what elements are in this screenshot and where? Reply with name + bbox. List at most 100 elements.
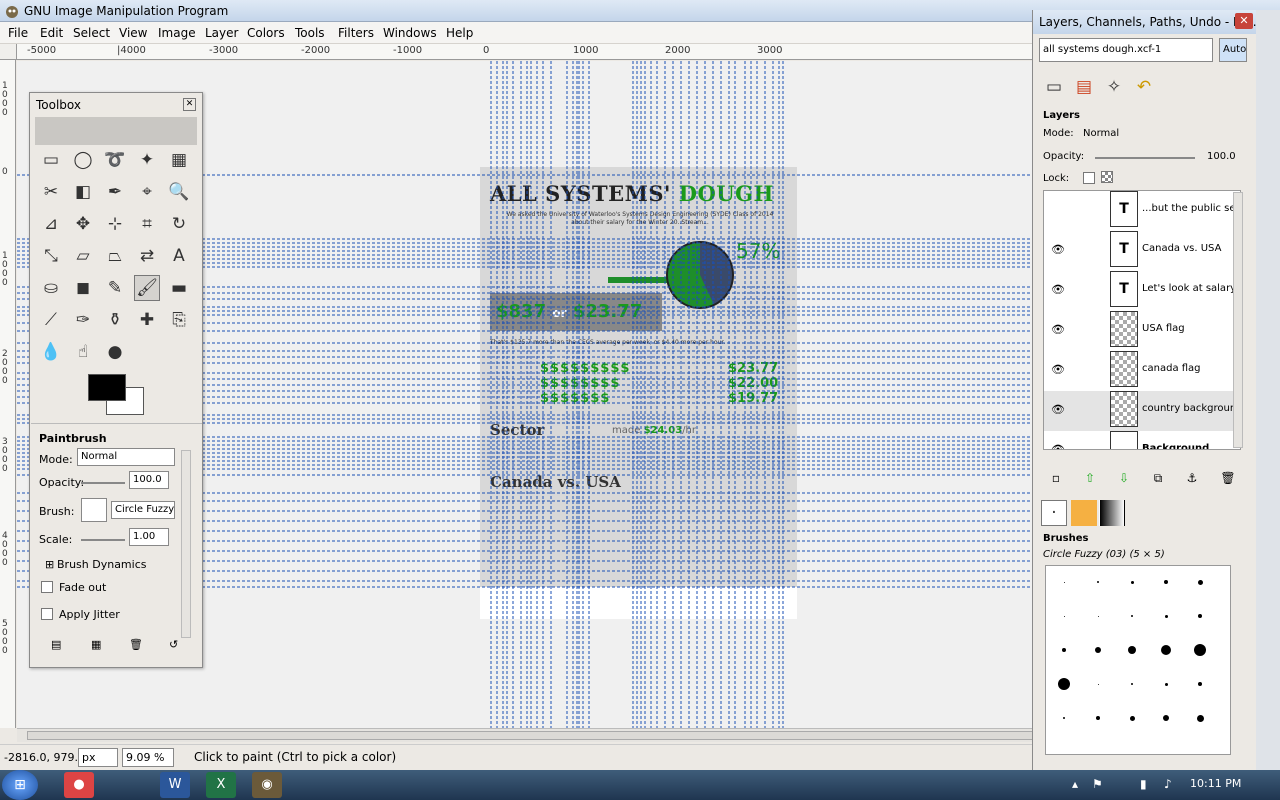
fg-bg-colors[interactable] [88, 374, 148, 418]
bucket-fill-icon[interactable]: ⛀ [38, 275, 64, 301]
visibility-eye-icon[interactable]: 👁 [1044, 243, 1072, 256]
start-button[interactable]: ⊞ [2, 770, 38, 800]
menu-layer[interactable]: Layer [205, 26, 238, 40]
brush-preset[interactable] [1128, 646, 1136, 654]
color-picker-icon[interactable]: ⌖ [134, 179, 160, 205]
shear-icon[interactable]: ▱ [70, 243, 96, 269]
layer-list-scrollbar[interactable] [1233, 192, 1243, 448]
menu-colors[interactable]: Colors [247, 26, 285, 40]
perspective-icon[interactable]: ⏢ [102, 243, 128, 269]
brush-preset[interactable] [1097, 683, 1099, 685]
brush-preset[interactable] [1063, 615, 1065, 617]
brush-grid[interactable] [1045, 565, 1231, 755]
lock-alpha-checkbox[interactable] [1101, 171, 1113, 183]
raise-layer-icon[interactable]: ⇧ [1081, 471, 1099, 487]
fuzzy-select-icon[interactable]: ✦ [134, 147, 160, 173]
scale-slider[interactable] [81, 539, 125, 541]
visibility-eye-icon[interactable]: 👁 [1044, 403, 1072, 416]
save-options-icon[interactable]: ▤ [51, 638, 61, 651]
jitter-checkbox[interactable] [41, 608, 53, 620]
brush-preset[interactable] [1164, 682, 1168, 686]
brush-preset[interactable] [1196, 714, 1204, 722]
smudge-icon[interactable]: ☝ [70, 339, 96, 365]
brush-preset[interactable] [1164, 614, 1168, 618]
flip-icon[interactable]: ⇄ [134, 243, 160, 269]
restore-options-icon[interactable]: ▦ [91, 638, 101, 651]
brush-preset[interactable] [1097, 615, 1099, 617]
zoom-icon[interactable]: 🔍 [166, 179, 192, 205]
volume-icon[interactable]: ♪ [1164, 777, 1172, 791]
fadeout-checkbox[interactable] [41, 581, 53, 593]
brush-preset[interactable] [1130, 580, 1134, 584]
brush-preset[interactable] [1131, 683, 1133, 685]
paintbrush-icon[interactable]: 🖌 [134, 275, 160, 301]
brush-preset[interactable] [1058, 678, 1070, 690]
brush-name-field[interactable]: Circle Fuzzy (0 [111, 501, 175, 519]
brush-preset[interactable] [1194, 644, 1206, 656]
brush-preset[interactable] [1198, 614, 1202, 618]
ruler-corner[interactable] [0, 44, 17, 60]
horizontal-ruler[interactable]: -5000 |4000 -3000 -2000 -1000 0 1000 200… [17, 44, 1032, 60]
eraser-icon[interactable]: ▬ [166, 275, 192, 301]
layer-row[interactable]: 👁 canada flag [1044, 351, 1236, 391]
text-icon[interactable]: A [166, 243, 192, 269]
ink-icon[interactable]: ✑ [70, 307, 96, 333]
clone-icon[interactable]: ⚱ [102, 307, 128, 333]
brush-preview[interactable] [81, 498, 107, 522]
layer-row[interactable]: T ...but the public sec [1044, 191, 1240, 231]
menu-select[interactable]: Select [73, 26, 110, 40]
network-icon[interactable]: ▮ [1140, 777, 1147, 791]
layer-opacity-slider[interactable] [1095, 157, 1195, 159]
channels-tab-icon[interactable]: ▤ [1071, 74, 1097, 100]
visibility-eye-icon[interactable]: 👁 [1044, 323, 1072, 336]
gimp-taskbar-icon[interactable]: ◉ [252, 772, 282, 798]
scissors-icon[interactable]: ✂ [38, 179, 64, 205]
foreground-select-icon[interactable]: ◧ [70, 179, 96, 205]
scale-spin[interactable]: 1.00 [129, 528, 169, 546]
duplicate-layer-icon[interactable]: ⧉ [1149, 471, 1167, 487]
move-icon[interactable]: ✥ [70, 211, 96, 237]
close-icon[interactable]: ✕ [183, 98, 196, 111]
layer-opacity-value[interactable]: 100.0 [1207, 151, 1236, 162]
brush-dynamics-expander[interactable]: Brush Dynamics [57, 558, 146, 571]
brush-preset[interactable] [1063, 717, 1065, 719]
layer-row[interactable]: 👁 T Let's look at salary c [1044, 271, 1240, 311]
wilber-banner[interactable] [35, 117, 197, 145]
brush-preset[interactable] [1062, 648, 1066, 652]
flag-icon[interactable]: ⚑ [1092, 777, 1103, 791]
chrome-icon[interactable]: ● [64, 772, 94, 798]
layers-tab-icon[interactable]: ▭ [1041, 74, 1067, 100]
image-select[interactable]: all systems dough.xcf-1 [1039, 38, 1213, 62]
horizontal-scrollbar[interactable] [17, 728, 1267, 742]
foreground-color[interactable] [88, 374, 126, 401]
brush-preset[interactable] [1198, 682, 1202, 686]
options-scrollbar[interactable] [181, 450, 191, 638]
vertical-ruler[interactable]: 1000 0 1000 2000 3000 4000 5000 [0, 60, 16, 728]
layer-mode-select[interactable]: Normal [1083, 128, 1119, 139]
align-icon[interactable]: ⊹ [102, 211, 128, 237]
crop-icon[interactable]: ⌗ [134, 211, 160, 237]
brush-preset[interactable] [1197, 579, 1203, 585]
brush-preset[interactable] [1131, 615, 1133, 617]
airbrush-icon[interactable]: ⟋ [38, 307, 64, 333]
word-icon[interactable]: W [160, 772, 190, 798]
opacity-spin[interactable]: 100.0 [129, 471, 169, 489]
brushes-tab-icon[interactable]: · [1041, 500, 1067, 526]
ellipse-select-icon[interactable]: ◯ [70, 147, 96, 173]
rotate-icon[interactable]: ↻ [166, 211, 192, 237]
patterns-tab-icon[interactable] [1071, 500, 1097, 526]
layer-row[interactable]: 👁 country backgroun [1044, 391, 1236, 431]
perspective-clone-icon[interactable]: ⎘ [166, 307, 192, 333]
visibility-eye-icon[interactable]: 👁 [1044, 283, 1072, 296]
menu-view[interactable]: View [119, 26, 147, 40]
brush-preset[interactable] [1096, 716, 1100, 720]
delete-layer-icon[interactable]: 🗑 [1219, 471, 1237, 487]
mode-select[interactable]: Normal [77, 448, 175, 466]
layer-row[interactable]: 👁 T Canada vs. USA [1044, 231, 1236, 271]
layer-row[interactable]: 👁 Background [1044, 431, 1236, 449]
menu-edit[interactable]: Edit [40, 26, 63, 40]
blend-icon[interactable]: ◼ [70, 275, 96, 301]
unit-select[interactable]: px [78, 748, 118, 767]
blur-icon[interactable]: 💧 [38, 339, 64, 365]
lasso-icon[interactable]: ➰ [102, 147, 128, 173]
